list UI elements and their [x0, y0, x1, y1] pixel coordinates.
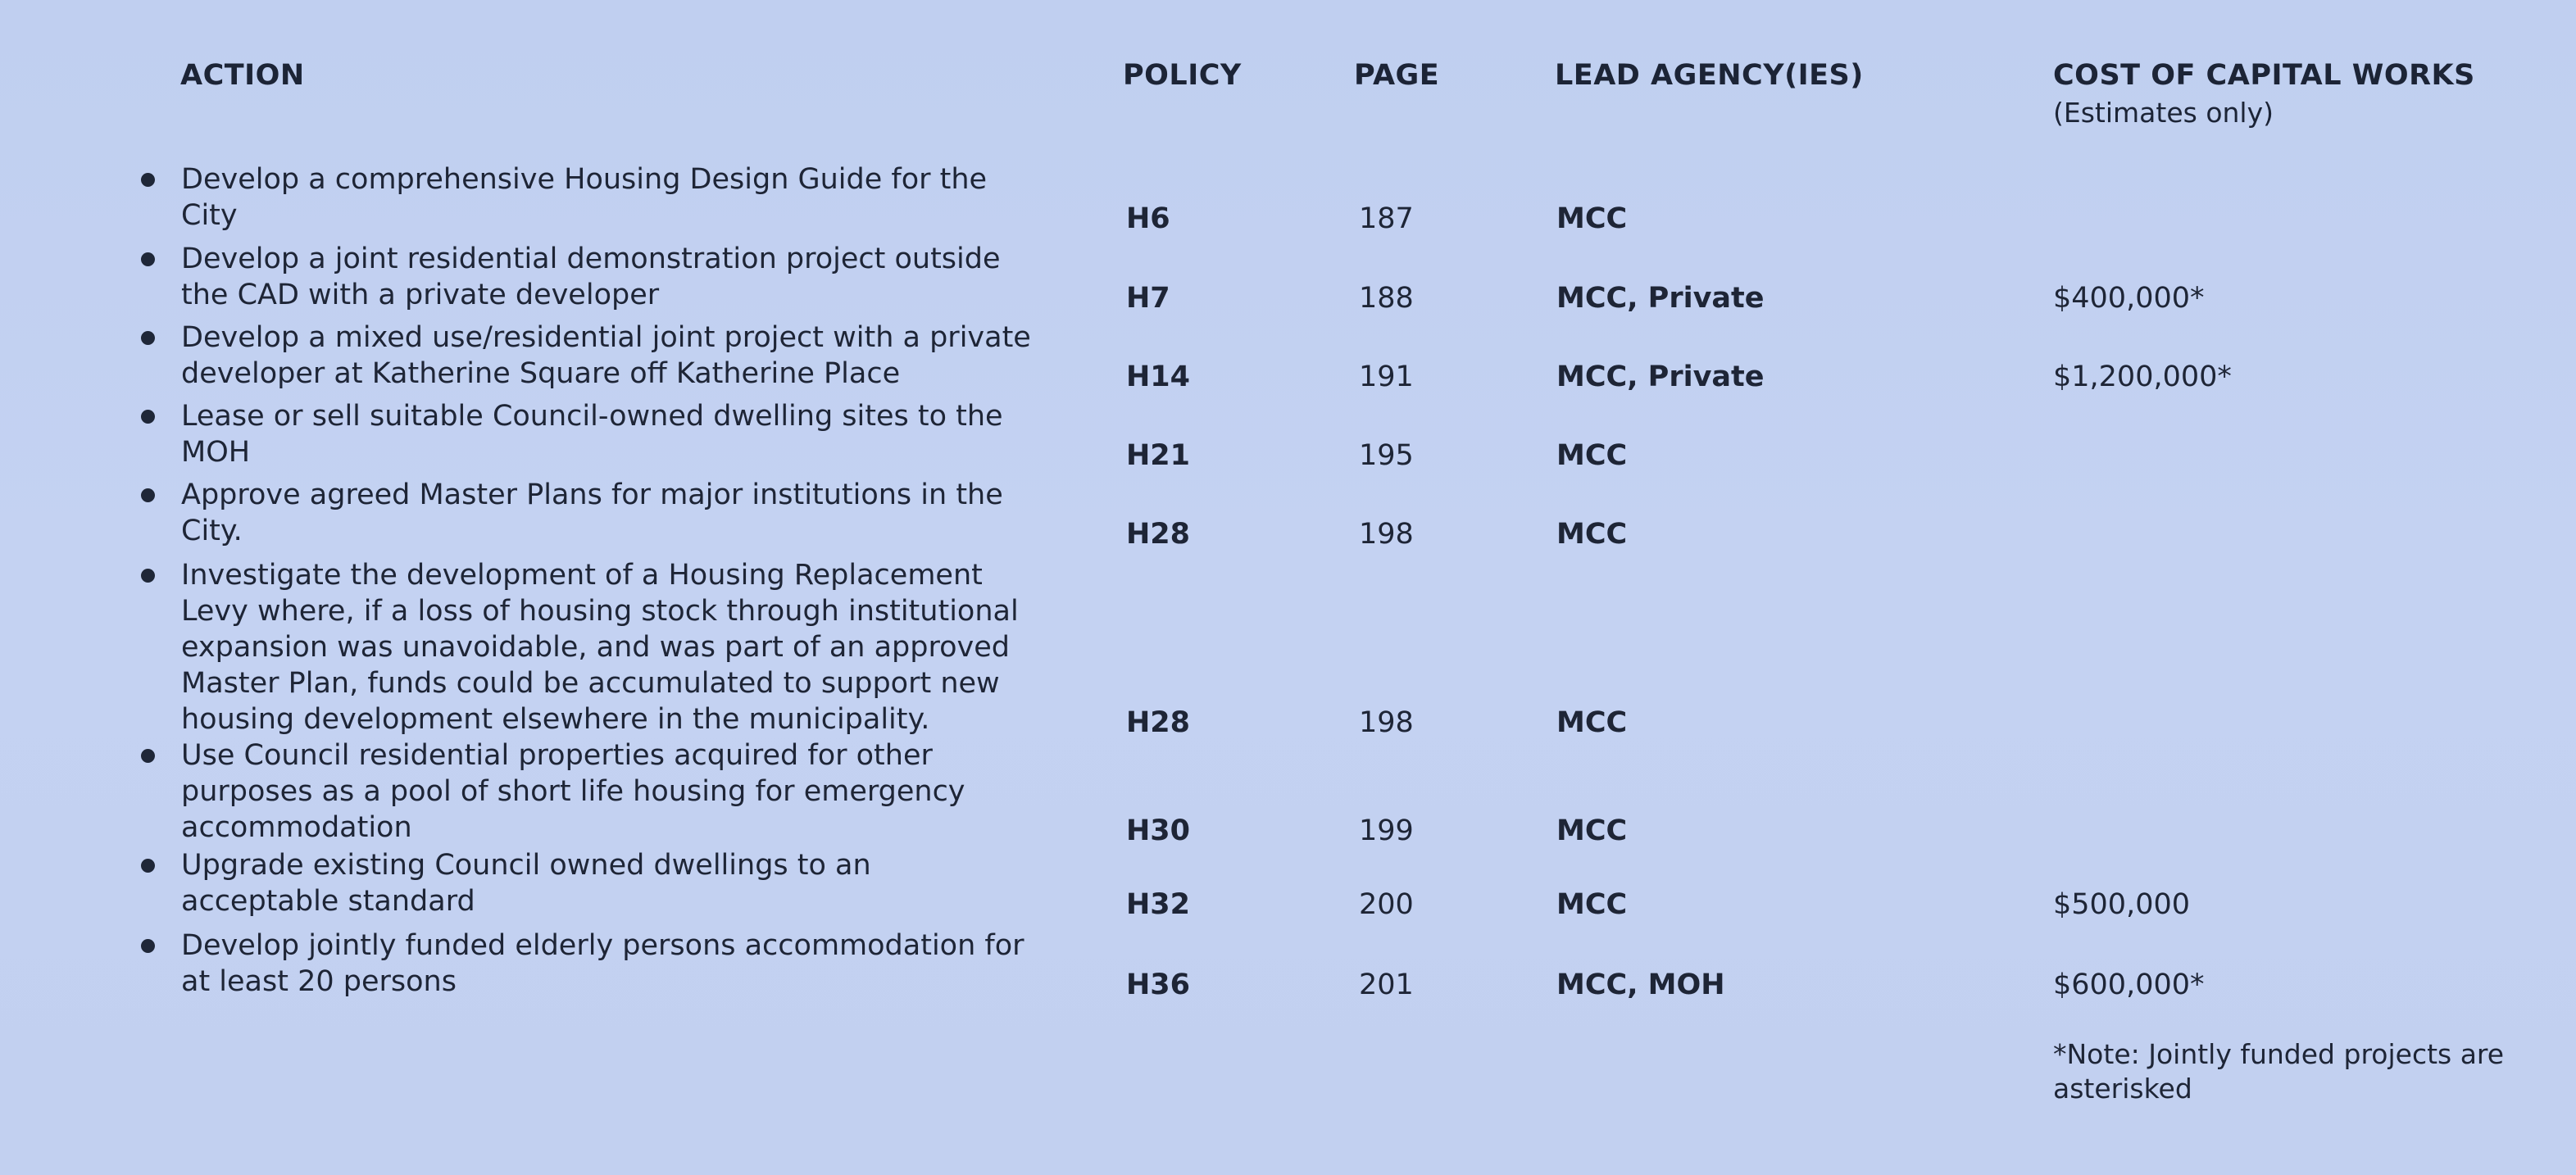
policy-cell: H36 [1126, 969, 1190, 1001]
action-text: Lease or sell suitable Council-owned dwe… [181, 398, 1058, 470]
bullet-icon [141, 859, 155, 873]
action-text: Upgrade existing Council owned dwellings… [181, 847, 1058, 919]
action-line: Investigate the development of a Housing… [181, 559, 983, 592]
action-text: Use Council residential properties acqui… [181, 737, 1058, 846]
action-line: Use Council residential properties acqui… [181, 739, 933, 772]
action-line: City [181, 199, 238, 232]
policy-cell: H6 [1126, 202, 1170, 235]
action-line: City. [181, 515, 243, 547]
page-cell: 198 [1359, 518, 1414, 551]
page-cell: 195 [1359, 439, 1414, 472]
action-text: Investigate the development of a Housing… [181, 557, 1058, 737]
bullet-icon [141, 569, 155, 583]
bullet-icon [141, 749, 155, 763]
bullet-icon [141, 488, 155, 502]
policy-cell: H21 [1126, 439, 1190, 472]
action-line: Develop jointly funded elderly persons a… [181, 929, 1024, 962]
header-page: PAGE [1354, 59, 1440, 92]
cost-cell: $500,000 [2053, 888, 2191, 921]
header-policy: POLICY [1123, 59, 1242, 92]
policy-cell: H32 [1126, 888, 1190, 921]
action-line: MOH [181, 436, 251, 469]
header-cost-subtitle: (Estimates only) [2053, 97, 2274, 129]
action-line: Develop a comprehensive Housing Design G… [181, 163, 988, 196]
lead-agency-cell: MCC [1556, 706, 1628, 739]
action-text: Develop a comprehensive Housing Design G… [181, 161, 1058, 234]
action-line: Levy where, if a loss of housing stock t… [181, 595, 1019, 628]
page-cell: 200 [1359, 888, 1414, 921]
bullet-icon [141, 410, 155, 424]
bullet-icon [141, 252, 155, 266]
lead-agency-cell: MCC [1556, 518, 1628, 551]
action-line: Develop a mixed use/residential joint pr… [181, 321, 1031, 354]
action-line: Approve agreed Master Plans for major in… [181, 479, 1003, 511]
policy-cell: H30 [1126, 814, 1190, 847]
lead-agency-cell: MCC [1556, 202, 1628, 235]
action-text: Develop jointly funded elderly persons a… [181, 928, 1058, 1000]
lead-agency-cell: MCC [1556, 439, 1628, 472]
action-line: Lease or sell suitable Council-owned dwe… [181, 400, 1003, 433]
cost-cell: $400,000* [2053, 282, 2205, 315]
page-cell: 199 [1359, 814, 1414, 847]
action-line: housing development elsewhere in the mun… [181, 703, 930, 736]
bullet-icon [141, 173, 155, 187]
action-line: acceptable standard [181, 885, 475, 918]
document-page: ACTION POLICY PAGE LEAD AGENCY(IES) COST… [0, 0, 2576, 1175]
footnote-line: asterisked [2053, 1073, 2192, 1105]
action-line: Develop a joint residential demonstratio… [181, 243, 1001, 275]
cost-cell: $1,200,000* [2053, 361, 2232, 393]
footnote: *Note: Jointly funded projects are aster… [2053, 1037, 2561, 1106]
action-line: accommodation [181, 811, 412, 844]
action-text: Develop a mixed use/residential joint pr… [181, 320, 1058, 392]
action-line: Master Plan, funds could be accumulated … [181, 667, 1000, 700]
policy-cell: H28 [1126, 706, 1190, 739]
bullet-icon [141, 939, 155, 953]
page-cell: 198 [1359, 706, 1414, 739]
action-line: at least 20 persons [181, 965, 457, 998]
policy-cell: H28 [1126, 518, 1190, 551]
lead-agency-cell: MCC, Private [1556, 361, 1765, 393]
header-action: ACTION [180, 59, 305, 92]
policy-cell: H7 [1126, 282, 1170, 315]
action-text: Approve agreed Master Plans for major in… [181, 477, 1058, 549]
page-cell: 188 [1359, 282, 1414, 315]
page-cell: 201 [1359, 969, 1414, 1001]
lead-agency-cell: MCC [1556, 888, 1628, 921]
action-text: Develop a joint residential demonstratio… [181, 241, 1058, 313]
header-lead-agency: LEAD AGENCY(IES) [1555, 59, 1864, 92]
footnote-line: *Note: Jointly funded projects are [2053, 1038, 2505, 1070]
action-line: Upgrade existing Council owned dwellings… [181, 849, 871, 882]
page-cell: 187 [1359, 202, 1414, 235]
cost-cell: $600,000* [2053, 969, 2205, 1001]
header-cost: COST OF CAPITAL WORKS [2053, 59, 2475, 92]
lead-agency-cell: MCC [1556, 814, 1628, 847]
action-line: developer at Katherine Square off Kather… [181, 357, 901, 390]
policy-cell: H14 [1126, 361, 1190, 393]
lead-agency-cell: MCC, Private [1556, 282, 1765, 315]
action-line: expansion was unavoidable, and was part … [181, 631, 1010, 664]
action-line: the CAD with a private developer [181, 279, 660, 311]
action-line: purposes as a pool of short life housing… [181, 775, 965, 808]
page-cell: 191 [1359, 361, 1414, 393]
bullet-icon [141, 331, 155, 345]
lead-agency-cell: MCC, MOH [1556, 969, 1725, 1001]
